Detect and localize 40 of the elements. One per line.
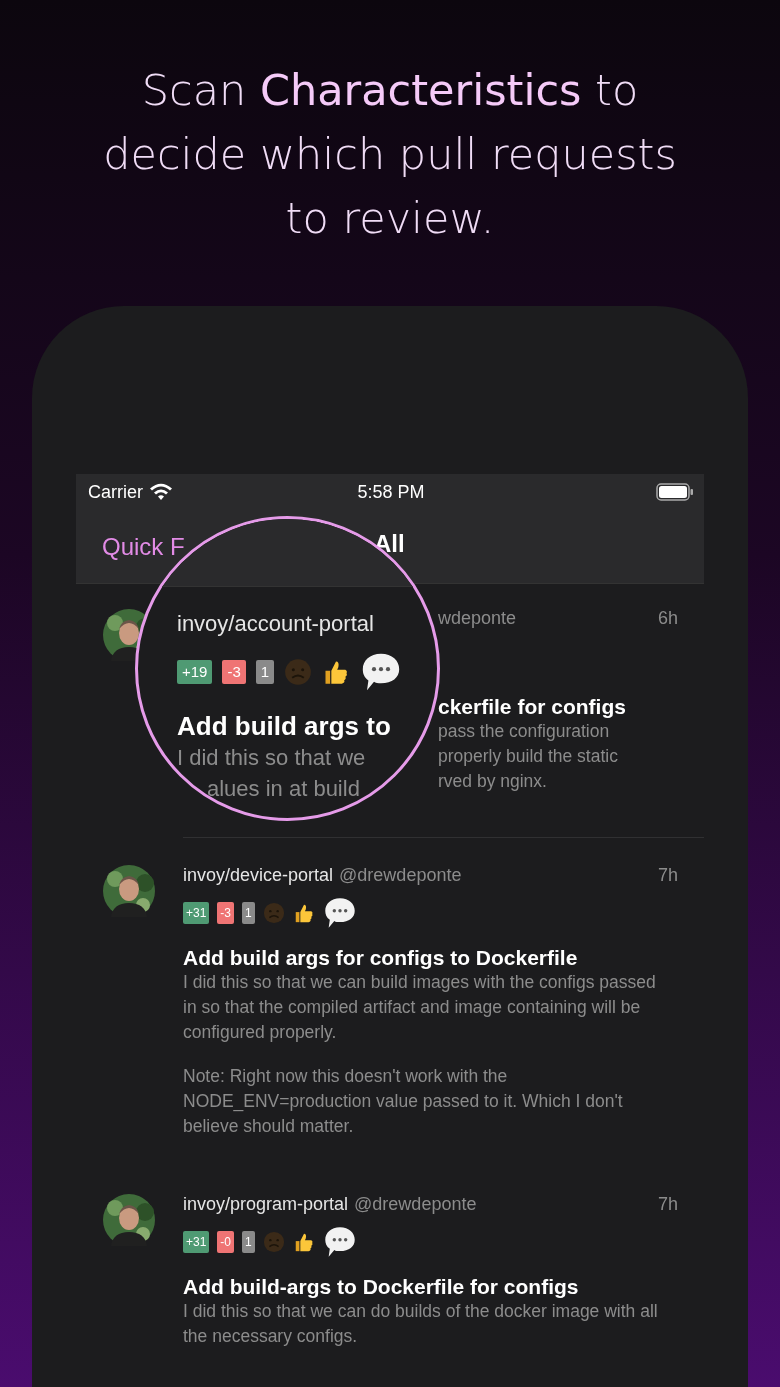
face-icon xyxy=(262,902,285,924)
count-badge: 1 xyxy=(255,660,275,684)
battery-icon xyxy=(656,483,694,501)
pr-description: I did this so that we can build images with the configs passed in so that the compiled artifact and image containing will be configured properly. xyxy=(183,971,657,1044)
face-icon xyxy=(262,1231,285,1253)
deletions-badge: -3 xyxy=(222,660,246,684)
clock: 5:58 PM xyxy=(357,481,425,503)
time-ago: 7h xyxy=(657,1194,678,1215)
headline: Scan Characteristics to decide which pull requests to review. xyxy=(102,64,678,245)
count-badge: 1 xyxy=(242,1231,255,1253)
carrier-label: Carrier xyxy=(88,481,143,503)
pr-description: Note: Right now this doesn't work with the NODE_ENV=production value passed to it. Which I don't believe should matter. xyxy=(183,1065,624,1138)
pr-description: pass the configuration xyxy=(438,720,611,743)
repo-name: invoy/device-portal xyxy=(183,865,334,886)
author-handle: @drewdeponte xyxy=(354,1194,477,1215)
count-badge: 1 xyxy=(242,902,255,924)
additions-badge: +31 xyxy=(183,1231,210,1253)
time-ago: 7h xyxy=(657,865,678,886)
pr-title: ckerfile for configs xyxy=(438,695,627,719)
additions-badge: +31 xyxy=(183,902,210,924)
author-handle: @drewdeponte xyxy=(339,865,462,886)
pr-description: properly build the static xyxy=(438,745,619,768)
wifi-icon xyxy=(149,483,173,501)
deletions-badge: -3 xyxy=(217,902,235,924)
pr-description: rved by nginx. xyxy=(438,770,548,793)
pr-description: I did this so that we xyxy=(177,744,366,772)
speech-bubble-icon xyxy=(322,1225,357,1259)
author-handle: wdeponte xyxy=(438,608,517,629)
pr-title: Add build args for configs to Dockerfile xyxy=(183,946,579,970)
repo-name: invoy/program-portal xyxy=(183,1194,349,1215)
repo-name: invoy/account-portal xyxy=(177,611,374,636)
pr-description: I did this so that we can do builds of the docker image with all the necessary configs. xyxy=(183,1300,659,1348)
pr-description: alues in at build xyxy=(207,775,360,803)
speech-bubble-icon xyxy=(322,896,357,930)
additions-badge: +19 xyxy=(177,660,213,684)
pr-title: Add build-args to Dockerfile for configs xyxy=(183,1275,580,1299)
pr-title: Add build args to xyxy=(177,711,392,742)
time-ago: 6h xyxy=(657,608,678,629)
deletions-badge: -0 xyxy=(217,1231,235,1253)
face-icon xyxy=(284,658,313,686)
